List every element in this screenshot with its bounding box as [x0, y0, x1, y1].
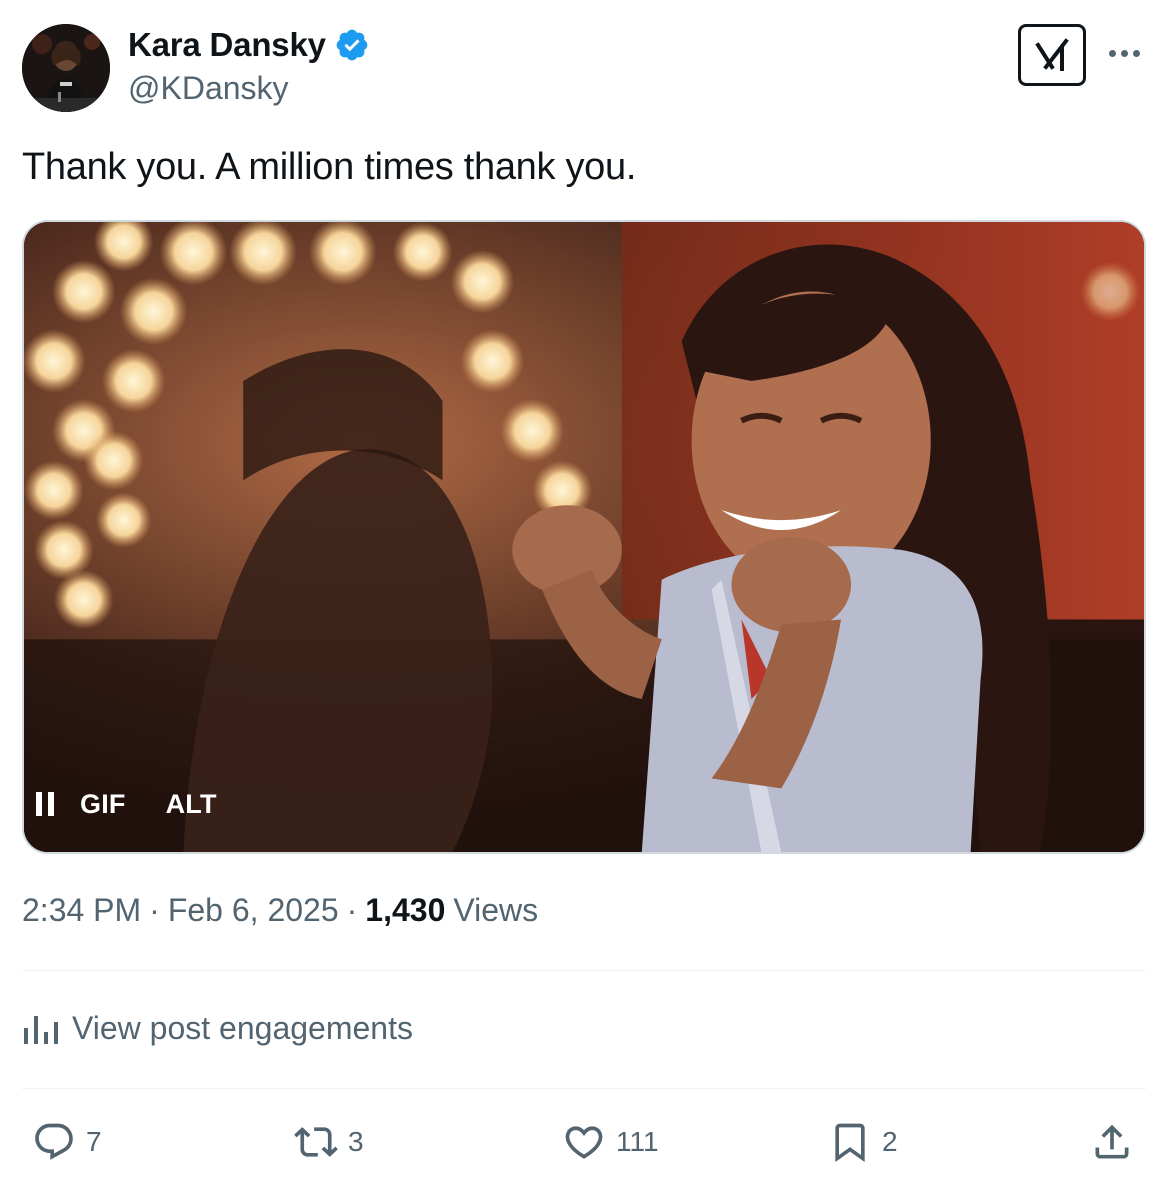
- bookmark-button[interactable]: 2: [828, 1120, 898, 1164]
- view-engagements-link[interactable]: View post engagements: [22, 1010, 413, 1047]
- tweet-text: Thank you. A million times thank you.: [22, 146, 637, 188]
- like-button[interactable]: 111: [562, 1120, 659, 1164]
- view-engagements-label: View post engagements: [72, 1010, 413, 1046]
- reply-button[interactable]: 7: [32, 1120, 102, 1164]
- like-count: 111: [616, 1126, 659, 1157]
- pause-icon[interactable]: [36, 792, 56, 816]
- gif-media[interactable]: [22, 220, 1146, 854]
- heart-icon: [565, 1126, 603, 1159]
- reply-icon: [35, 1123, 73, 1160]
- gif-badge: GIF: [80, 788, 126, 819]
- media-controls: GIF ALT: [36, 786, 217, 822]
- bookmark-icon: [835, 1123, 865, 1163]
- views-count: 1,430: [365, 892, 446, 928]
- meta-separator: ·: [346, 892, 358, 928]
- meta-separator: ·: [149, 892, 160, 928]
- grok-icon: [1035, 38, 1069, 71]
- verified-badge-icon[interactable]: [334, 27, 370, 63]
- more-options-icon[interactable]: [1104, 38, 1144, 68]
- tweet-card: Kara Dansky @KDansky Thank you. A millio…: [0, 0, 1158, 1194]
- share-button[interactable]: [1090, 1120, 1134, 1164]
- bookmark-count: 2: [882, 1126, 898, 1157]
- avatar[interactable]: [22, 24, 110, 112]
- share-icon: [1095, 1124, 1129, 1159]
- author-handle[interactable]: @KDansky: [128, 70, 289, 107]
- gif-image: [24, 222, 1144, 852]
- grok-button[interactable]: [1018, 24, 1086, 86]
- tweet-date[interactable]: Feb 6, 2025: [168, 892, 339, 929]
- tweet-meta: 2:34 PM · Feb 6, 2025 · 1,430 Views: [22, 892, 538, 929]
- views-label: Views: [453, 892, 539, 928]
- reply-count: 7: [86, 1126, 102, 1157]
- author-name-row[interactable]: Kara Dansky: [128, 26, 370, 64]
- bar-chart-icon: [24, 1015, 58, 1044]
- repost-button[interactable]: 3: [294, 1120, 364, 1164]
- repost-count: 3: [348, 1126, 364, 1157]
- divider: [22, 970, 1146, 971]
- author-name[interactable]: Kara Dansky: [128, 26, 326, 64]
- repost-icon: [294, 1127, 338, 1157]
- alt-text-button[interactable]: ALT: [166, 789, 217, 820]
- divider: [22, 1088, 1146, 1089]
- tweet-time[interactable]: 2:34 PM: [22, 892, 141, 929]
